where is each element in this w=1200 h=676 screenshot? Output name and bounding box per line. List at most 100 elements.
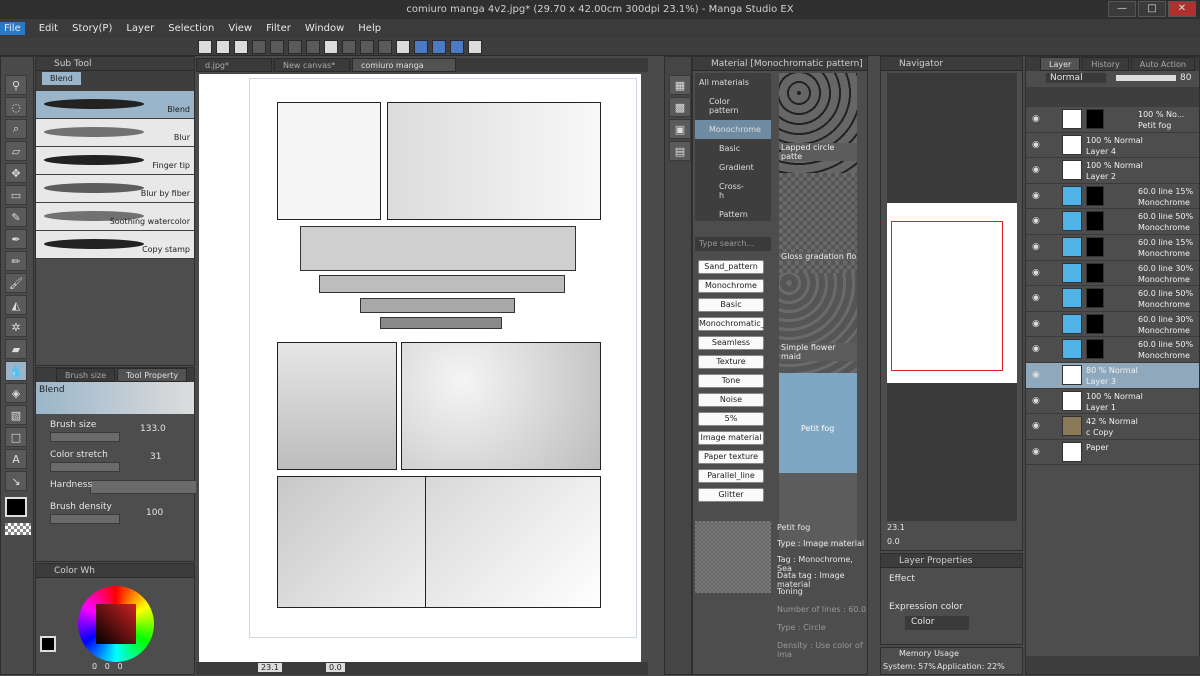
tab-brush-size[interactable]: Brush size [56,368,116,382]
layer-row[interactable]: ◉ 60.0 line 50% Monochrome [1026,209,1199,235]
visibility-eye-icon[interactable]: ◉ [1032,447,1044,457]
tab-auto-action[interactable]: Auto Action [1130,57,1195,71]
layer-row[interactable]: ◉ 100 % Normal Layer 1 [1026,388,1199,415]
blend-tool-icon[interactable]: 💧 [5,361,27,381]
layer-row[interactable]: ◉ 60.0 line 50% Monochrome [1026,286,1199,312]
layer-row[interactable]: ◉ 60.0 line 15% Monochrome [1026,234,1199,261]
navigator-zoom[interactable]: 23.1 [887,523,905,532]
move-layer-tool-icon[interactable]: ✥ [5,163,27,183]
manga-page[interactable] [199,74,641,662]
layer-row[interactable]: ◉ 100 % No... Petit fog [1026,107,1199,133]
transparent-color-swatch[interactable] [5,523,31,535]
material-search-input[interactable]: Type search... [695,237,771,251]
eraser2-tool-icon[interactable]: ▰ [5,339,27,359]
tab-tool-property[interactable]: Tool Property [117,368,188,382]
layer-row[interactable]: ◉ 60.0 line 50% Monochrome [1026,337,1199,363]
move-icon[interactable] [306,40,320,54]
expression-color-select[interactable]: Color [905,616,969,630]
eraser-tool-icon[interactable]: ▱ [5,141,27,161]
text-tool-icon[interactable]: A [5,449,27,469]
tree-all-materials[interactable]: All materials [695,73,771,92]
tab-doc-new-canvas[interactable]: New canvas* [274,58,350,72]
menu-edit[interactable]: Edit [39,23,58,34]
tree-color-pattern[interactable]: Color pattern [695,92,771,120]
zoom-tool-icon[interactable]: ⚲ [5,75,27,95]
tag-texture[interactable]: Texture [698,355,764,369]
tag-monochromatic[interactable]: Monochromatic_ [698,317,765,331]
opacity-value[interactable]: 80 [1180,73,1191,83]
brush-blur[interactable]: Blur [36,119,194,147]
tag-paper-texture[interactable]: Paper texture [698,450,764,464]
tab-layer[interactable]: Layer [1040,57,1081,71]
visibility-eye-icon[interactable]: ◉ [1032,396,1044,406]
lasso-tool-icon[interactable]: ◌ [5,97,27,117]
toning-checkbox[interactable]: Toning [777,587,803,596]
swatch-gloss-gradation[interactable]: Gloss gradation flo [779,173,857,273]
navigator-angle[interactable]: 0.0 [887,537,900,546]
swatch-simple-flower[interactable]: Simple flower maid [779,273,857,373]
ruler-snap-icon[interactable] [414,40,428,54]
color-wheel[interactable] [78,586,154,662]
grid-snap-icon[interactable] [450,40,464,54]
brush-blur-by-fiber[interactable]: Blur by fiber [36,175,194,203]
tag-basic[interactable]: Basic [698,298,764,312]
show-selection-icon[interactable] [396,40,410,54]
brush-tool-icon[interactable]: 🖌 [5,273,27,293]
subtool-group-tab[interactable]: Blend [42,72,81,85]
open-icon[interactable] [216,40,230,54]
tag-5-percent[interactable]: 5% [698,412,764,426]
angle-value[interactable]: 0.0 [326,663,345,672]
menu-help[interactable]: Help [358,23,381,34]
navigator-view[interactable] [887,73,1017,521]
material-color-icon[interactable]: ▣ [669,119,691,139]
hardness-selector[interactable] [90,480,200,494]
invert-selection-icon[interactable] [378,40,392,54]
visibility-eye-icon[interactable]: ◉ [1032,114,1044,124]
new-icon[interactable] [198,40,212,54]
brush-blend[interactable]: Blend [36,91,194,119]
save-icon[interactable] [234,40,248,54]
brush-copy-stamp[interactable]: Copy stamp [36,231,194,259]
correct-line-tool-icon[interactable]: ↘ [5,471,27,491]
magnifier-tool-icon[interactable]: ⌕ [5,119,27,139]
current-color-swatch[interactable] [40,636,56,652]
visibility-eye-icon[interactable]: ◉ [1032,165,1044,175]
tag-seamless[interactable]: Seamless [698,336,764,350]
crop-icon[interactable] [342,40,356,54]
visibility-eye-icon[interactable]: ◉ [1032,140,1044,150]
layer-row[interactable]: ◉ 60.0 line 30% Monochrome [1026,311,1199,338]
material-mono-icon[interactable]: ▩ [669,97,691,117]
menu-story[interactable]: Story(P) [72,23,112,34]
visibility-eye-icon[interactable]: ◉ [1032,344,1044,354]
visibility-eye-icon[interactable]: ◉ [1032,370,1044,380]
pen-tool-icon[interactable]: ✒ [5,229,27,249]
menu-window[interactable]: Window [305,23,344,34]
redo-icon[interactable] [270,40,284,54]
layer-row[interactable]: ◉ 60.0 line 15% Monochrome [1026,183,1199,210]
brush-density-slider[interactable] [50,514,120,524]
help-icon[interactable] [468,40,482,54]
swatch-petit-fog[interactable]: Petit fog [779,373,857,473]
color-square[interactable] [96,604,136,644]
visibility-eye-icon[interactable]: ◉ [1032,216,1044,226]
tag-noise[interactable]: Noise [698,393,764,407]
minimize-button[interactable]: — [1108,1,1136,17]
visibility-eye-icon[interactable]: ◉ [1032,293,1044,303]
tab-doc-d[interactable]: d.jpg* [196,58,272,72]
visibility-eye-icon[interactable]: ◉ [1032,268,1044,278]
visibility-eye-icon[interactable]: ◉ [1032,191,1044,201]
tree-monochrome[interactable]: Monochrome [695,120,771,139]
deselect-icon[interactable] [360,40,374,54]
tab-doc-comiuro[interactable]: comiuro manga 4v2.jpg* [352,58,456,84]
fill-icon[interactable] [324,40,338,54]
material-image-icon[interactable]: ▤ [669,141,691,161]
menu-filter[interactable]: Filter [266,23,291,34]
navigator-viewport-frame[interactable] [891,221,1003,371]
visibility-eye-icon[interactable]: ◉ [1032,242,1044,252]
brush-soothing-watercolor[interactable]: Soothing watercolor [36,203,194,231]
swatch-lapped-circle[interactable]: Lapped circle patte [779,73,857,173]
opacity-slider[interactable] [1116,75,1176,81]
close-button[interactable]: ✕ [1168,1,1196,17]
gradient-tool-icon[interactable]: ▧ [5,405,27,425]
menu-file[interactable]: File [0,22,25,35]
